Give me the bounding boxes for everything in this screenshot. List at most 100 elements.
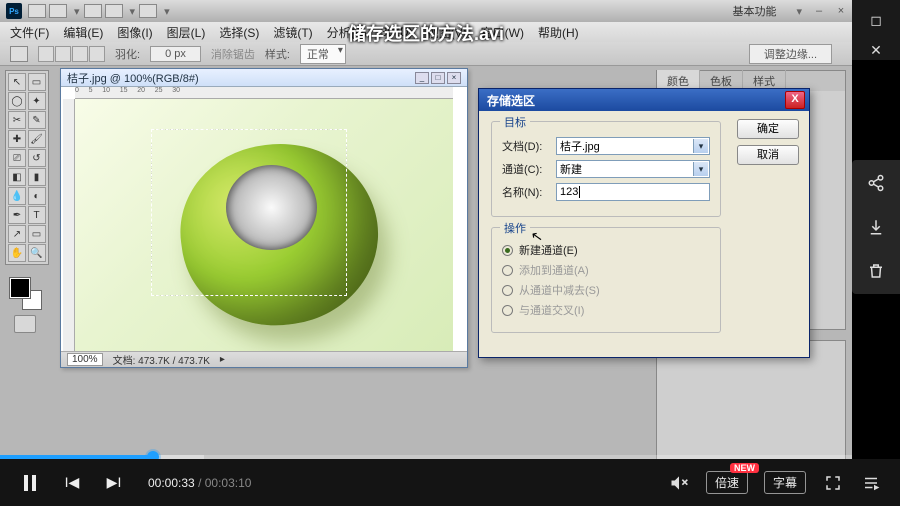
speed-button[interactable]: 倍速 NEW: [706, 471, 748, 494]
close-button[interactable]: ×: [830, 5, 852, 17]
next-button[interactable]: ▶I: [102, 471, 126, 495]
toolbar-box[interactable]: [84, 4, 102, 18]
radio-icon: [502, 285, 513, 296]
history-brush-icon[interactable]: ↺: [28, 149, 46, 167]
menu-file[interactable]: 文件(F): [10, 24, 49, 41]
eraser-tool-icon[interactable]: ◧: [8, 168, 26, 186]
wand-tool-icon[interactable]: ✦: [28, 92, 46, 110]
menu-edit[interactable]: 编辑(E): [63, 24, 103, 41]
menu-window[interactable]: 窗口(W): [481, 24, 524, 41]
ruler-vertical: [63, 99, 75, 351]
save-selection-dialog: 存储选区 X 确定 取消 目标 文档(D): 桔子.jpg 通道(C):: [478, 88, 810, 358]
toolbar-box[interactable]: [139, 4, 157, 18]
gradient-tool-icon[interactable]: ▮: [28, 168, 46, 186]
menu-filter[interactable]: 滤镜(T): [273, 24, 312, 41]
menu-help[interactable]: 帮助(H): [538, 24, 579, 41]
name-input[interactable]: 123: [556, 183, 710, 201]
type-tool-icon[interactable]: T: [28, 206, 46, 224]
toolbar-box[interactable]: [49, 4, 67, 18]
marquee-tool-icon[interactable]: ▭: [28, 73, 46, 91]
channel-dropdown[interactable]: 新建: [556, 160, 710, 178]
prev-icon: I◀: [65, 474, 80, 491]
heal-tool-icon[interactable]: ✚: [8, 130, 26, 148]
pen-tool-icon[interactable]: ✒: [8, 206, 26, 224]
doc-min-button[interactable]: _: [415, 72, 429, 84]
duration: 00:03:10: [205, 476, 252, 490]
move-tool-icon[interactable]: ↖: [8, 73, 26, 91]
document-field-label: 文档(D):: [502, 138, 556, 154]
blur-tool-icon[interactable]: 💧: [8, 187, 26, 205]
eyedrop-tool-icon[interactable]: ✎: [28, 111, 46, 129]
share-icon[interactable]: [865, 172, 887, 194]
document-canvas[interactable]: [75, 99, 453, 351]
zoom-tool-icon[interactable]: 🔍: [28, 244, 46, 262]
marquee-tool-icon: [10, 46, 28, 62]
menu-select[interactable]: 选择(S): [219, 24, 259, 41]
lasso-tool-icon[interactable]: ◯: [8, 92, 26, 110]
fullscreen-button[interactable]: [822, 474, 844, 492]
document-titlebar[interactable]: 桔子.jpg @ 100%(RGB/8#) _ □ ×: [61, 69, 467, 87]
subtitle-button[interactable]: 字幕: [764, 471, 806, 494]
op-new-channel[interactable]: 新建通道(E): [502, 242, 710, 258]
feather-input[interactable]: 0 px: [150, 46, 201, 62]
document-dropdown[interactable]: 桔子.jpg: [556, 137, 710, 155]
refine-edge-button[interactable]: 调整边缘...: [749, 44, 832, 64]
crop-tool-icon[interactable]: ✂: [8, 111, 26, 129]
download-icon[interactable]: [865, 216, 887, 238]
sel-mode-int[interactable]: [89, 46, 105, 62]
ok-button[interactable]: 确定: [737, 119, 799, 139]
ruler-horizontal: 0 5 10 15 20 25 30: [75, 87, 453, 99]
dialog-close-button[interactable]: X: [785, 91, 805, 109]
mute-button[interactable]: [668, 473, 690, 493]
sel-mode-new[interactable]: [38, 46, 54, 62]
shape-tool-icon[interactable]: ▭: [28, 225, 46, 243]
stamp-tool-icon[interactable]: ⎚: [8, 149, 26, 167]
layers-panel: [656, 340, 846, 460]
toolbar-box[interactable]: [28, 4, 46, 18]
new-badge: NEW: [730, 463, 759, 473]
sel-mode-sub[interactable]: [72, 46, 88, 62]
pause-button[interactable]: [18, 471, 42, 495]
feather-label: 羽化:: [115, 46, 140, 62]
op-subtract-channel: 从通道中减去(S): [502, 282, 710, 298]
pause-icon: [24, 475, 36, 491]
menu-3d[interactable]: 3D(D): [381, 25, 413, 39]
hand-tool-icon[interactable]: ✋: [8, 244, 26, 262]
color-swatch[interactable]: [10, 278, 42, 310]
radio-icon: [502, 245, 513, 256]
doc-max-button[interactable]: □: [431, 72, 445, 84]
menu-image[interactable]: 图像(I): [117, 24, 152, 41]
op-add-channel: 添加到通道(A): [502, 262, 710, 278]
brush-tool-icon[interactable]: 🖌: [28, 130, 46, 148]
playlist-button[interactable]: [860, 474, 882, 492]
document-title: 桔子.jpg @ 100%(RGB/8#): [67, 70, 199, 86]
cancel-button[interactable]: 取消: [737, 145, 799, 165]
window-close-icon[interactable]: ✕: [866, 40, 886, 60]
menu-view[interactable]: 视图(V): [427, 24, 467, 41]
dodge-tool-icon[interactable]: ◐: [28, 187, 46, 205]
previous-button[interactable]: I◀: [60, 471, 84, 495]
doc-close-button[interactable]: ×: [447, 72, 461, 84]
window-restore-icon[interactable]: ◻: [866, 10, 886, 30]
zoom-input[interactable]: 100%: [67, 353, 103, 366]
dialog-titlebar[interactable]: 存储选区 X: [479, 89, 809, 111]
foreground-color[interactable]: [10, 278, 30, 298]
delete-icon[interactable]: [865, 260, 887, 282]
dialog-title-text: 存储选区: [487, 92, 535, 109]
photoshop-window: Ps ▾ ▾ ▾ 基本功能 ▾ – × 文件(F) 编辑(E) 图像(I) 图层…: [0, 0, 852, 470]
controls-bar: I◀ ▶I 00:00:33 / 00:03:10 倍速 NEW 字幕: [0, 459, 900, 506]
sel-mode-add[interactable]: [55, 46, 71, 62]
quickmask-button[interactable]: [14, 315, 36, 333]
window-chrome: ◻ ✕: [852, 0, 900, 60]
menu-layer[interactable]: 图层(L): [167, 24, 206, 41]
style-dropdown[interactable]: 正常: [300, 44, 346, 64]
path-tool-icon[interactable]: ↗: [8, 225, 26, 243]
document-window: 桔子.jpg @ 100%(RGB/8#) _ □ × 0 5 10 15 20…: [60, 68, 468, 368]
radio-icon: [502, 305, 513, 316]
toolbar-box[interactable]: [105, 4, 123, 18]
action-sidebar: [852, 160, 900, 294]
menu-analysis[interactable]: 分析(A): [327, 24, 367, 41]
ps-titlebar: Ps ▾ ▾ ▾ 基本功能 ▾ – ×: [0, 0, 852, 22]
workspace-label[interactable]: 基本功能: [732, 3, 776, 19]
minimize-button[interactable]: –: [808, 5, 830, 17]
